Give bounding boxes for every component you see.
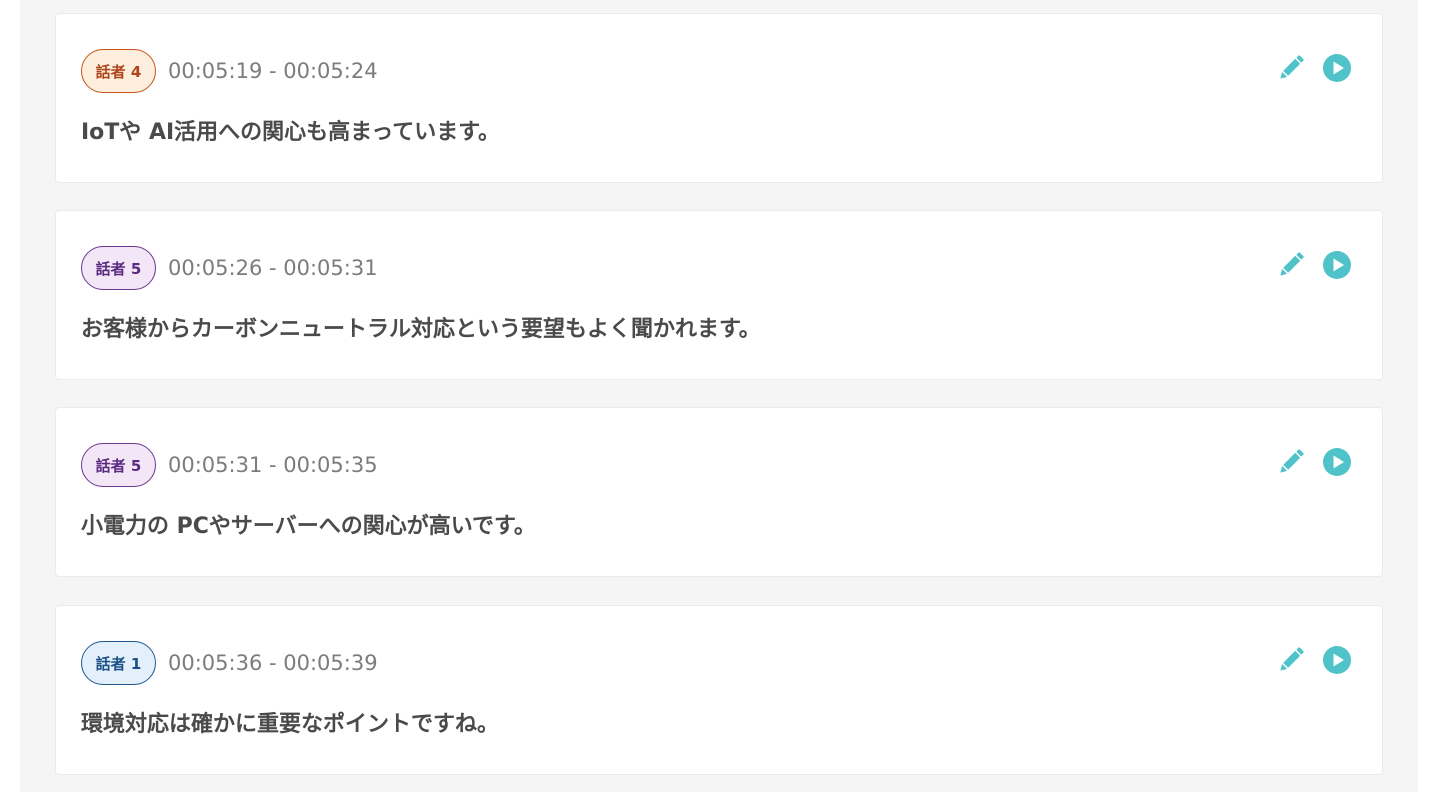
speaker-badge[interactable]: 話者 4 [81,49,156,93]
play-circle-icon [1323,251,1351,279]
edit-button[interactable] [1275,644,1307,676]
pencil-icon [1280,55,1304,79]
edit-button[interactable] [1275,249,1307,281]
transcript-segment: 話者 4 00:05:19 - 00:05:24 IoTや AI活用への関心も高… [55,13,1383,183]
segment-text: お客様からカーボンニュートラル対応という要望もよく聞かれます。 [81,317,761,342]
segment-text: 小電力の PCやサーバーへの関心が高いです。 [81,514,536,539]
segment-time-range: 00:05:31 - 00:05:35 [168,453,378,477]
segment-time-range: 00:05:19 - 00:05:24 [168,59,378,83]
segment-text: IoTや AI活用への関心も高まっています。 [81,120,500,145]
play-button[interactable] [1321,446,1353,478]
play-circle-icon [1323,54,1351,82]
play-circle-icon [1323,646,1351,674]
speaker-badge[interactable]: 話者 1 [81,641,156,685]
edit-button[interactable] [1275,446,1307,478]
play-button[interactable] [1321,249,1353,281]
speaker-badge[interactable]: 話者 5 [81,246,156,290]
segment-time-range: 00:05:26 - 00:05:31 [168,256,378,280]
edit-button[interactable] [1275,52,1307,84]
play-button[interactable] [1321,644,1353,676]
speaker-badge[interactable]: 話者 5 [81,443,156,487]
pencil-icon [1280,449,1304,473]
play-circle-icon [1323,448,1351,476]
segment-time-range: 00:05:36 - 00:05:39 [168,651,378,675]
segment-text: 環境対応は確かに重要なポイントですね。 [81,712,500,737]
pencil-icon [1280,647,1304,671]
pencil-icon [1280,252,1304,276]
play-button[interactable] [1321,52,1353,84]
transcript-panel: 話者 4 00:05:19 - 00:05:24 IoTや AI活用への関心も高… [20,0,1418,792]
transcript-segment: 話者 5 00:05:26 - 00:05:31 お客様からカーボンニュートラル… [55,210,1383,380]
transcript-segment: 話者 5 00:05:31 - 00:05:35 小電力の PCやサーバーへの関… [55,407,1383,577]
transcript-segment: 話者 1 00:05:36 - 00:05:39 環境対応は確かに重要なポイント… [55,605,1383,775]
